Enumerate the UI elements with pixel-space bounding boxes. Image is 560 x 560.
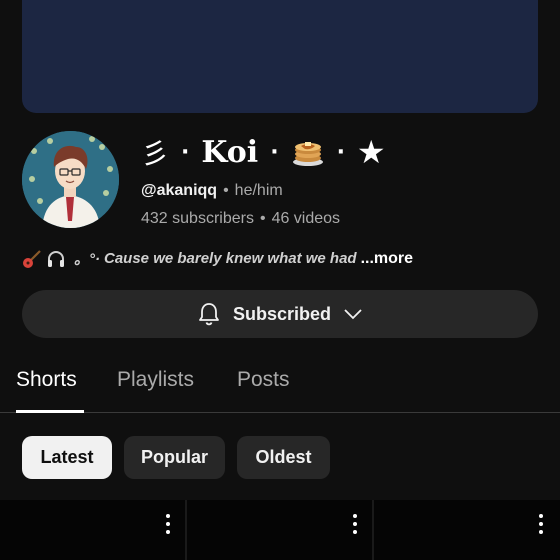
filter-popular[interactable]: Popular [124,436,225,479]
more-vert-icon[interactable] [165,514,171,534]
name-separator: · [270,139,279,165]
bell-icon [199,303,219,326]
more-vert-icon[interactable] [538,514,544,534]
name-separator: · [336,139,345,165]
pancakes-icon [292,142,323,166]
channel-name: 彡 · Koi · · ★ [141,133,386,171]
name-prefix-glyph: 彡 [141,137,170,170]
handle-row: @akaniqq • he/him [141,182,283,200]
bio-symbols: 。°· [74,251,100,268]
more-vert-icon[interactable] [352,514,358,534]
filter-oldest[interactable]: Oldest [237,436,330,479]
headphones-icon [48,250,64,267]
guitar-icon [23,249,41,268]
bio-text: Cause we barely knew what we had [104,250,357,267]
channel-description[interactable]: 。°· Cause we barely knew what we had ...… [22,248,413,269]
tab-shorts[interactable]: Shorts [16,368,77,392]
subscribed-label: Subscribed [232,303,332,324]
dot-separator: • [223,182,229,199]
active-tab-indicator [16,410,84,413]
video-count: 46 videos [271,210,341,227]
filter-latest[interactable]: Latest [22,436,112,479]
tab-playlists[interactable]: Playlists [117,368,194,392]
pronouns: he/him [234,182,283,199]
dot-separator: • [259,210,266,227]
more-link[interactable]: ...more [361,250,413,268]
name-separator: · [181,139,190,165]
channel-handle: @akaniqq [141,182,218,199]
subscribed-button[interactable]: Subscribed [22,290,538,338]
channel-tabs: Shorts Playlists Posts [0,360,560,413]
shorts-grid [0,500,560,560]
short-thumbnail[interactable] [187,500,374,560]
channel-banner[interactable] [22,0,538,113]
star-icon: ★ [356,133,386,171]
tab-posts[interactable]: Posts [237,368,290,392]
chevron-down-icon [344,309,362,320]
channel-avatar[interactable] [22,131,119,228]
avatar-illustration [22,131,119,228]
stats-row: 432 subscribers • 46 videos [141,210,340,228]
subscriber-count: 432 subscribers [141,210,254,227]
short-thumbnail[interactable] [0,500,187,560]
channel-name-text: Koi [201,134,259,170]
short-thumbnail[interactable] [374,500,560,560]
